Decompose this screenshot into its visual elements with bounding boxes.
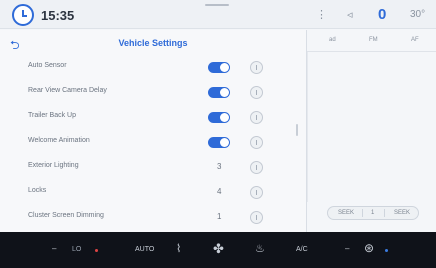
rear-camera-delay-toggle[interactable] bbox=[208, 87, 230, 98]
vehicle-settings-panel: ⮌ Vehicle Settings Auto Sensor Rear View… bbox=[0, 30, 306, 232]
column-divider bbox=[307, 52, 308, 202]
tab-ad[interactable]: ad bbox=[329, 37, 336, 43]
seat-heat-icon[interactable]: ⌇ bbox=[176, 242, 181, 255]
outside-temperature: 30° bbox=[410, 9, 426, 20]
climate-bar: – LO AUTO ⌇ ✤ ♨ A/C – ⊛ bbox=[0, 232, 436, 268]
scrollbar[interactable] bbox=[296, 124, 298, 136]
setting-label: Rear View Camera Delay bbox=[28, 87, 107, 94]
setting-label: Exterior Lighting bbox=[28, 162, 79, 169]
setting-row-locks[interactable]: Locks 4 bbox=[0, 180, 306, 205]
setting-row-exterior-lighting[interactable]: Exterior Lighting 3 bbox=[0, 155, 306, 180]
signal-icon: ⋮ bbox=[316, 9, 327, 21]
info-icon[interactable] bbox=[250, 161, 263, 174]
clock-time: 15:35 bbox=[41, 8, 75, 23]
page-title: Vehicle Settings bbox=[118, 38, 188, 48]
auto-climate-button[interactable]: AUTO bbox=[135, 246, 154, 253]
setting-row-rear-camera-delay[interactable]: Rear View Camera Delay bbox=[0, 80, 306, 105]
setting-label: Cluster Screen Dimming bbox=[28, 212, 104, 219]
seek-control[interactable]: SEEK 1 SEEK bbox=[327, 206, 419, 220]
cool-indicator-icon bbox=[385, 249, 388, 252]
setting-label: Welcome Animation bbox=[28, 137, 90, 144]
info-icon[interactable] bbox=[250, 61, 263, 74]
setting-value: 4 bbox=[217, 187, 222, 196]
tab-fm[interactable]: FM bbox=[369, 37, 378, 43]
fan-down-icon[interactable]: – bbox=[345, 244, 349, 253]
auto-sensor-toggle[interactable] bbox=[208, 62, 230, 73]
setting-row-cluster-dimming[interactable]: Cluster Screen Dimming 1 bbox=[0, 205, 306, 230]
info-icon[interactable] bbox=[250, 136, 263, 149]
seek-forward-button[interactable]: SEEK bbox=[394, 210, 410, 216]
info-icon[interactable] bbox=[250, 211, 263, 224]
setting-row-welcome-animation[interactable]: Welcome Animation bbox=[0, 130, 306, 155]
status-bar: 15:35 ⋮ ◃ 0 30° bbox=[0, 0, 436, 29]
ac-button[interactable]: A/C bbox=[296, 246, 308, 253]
audio-tab-bar: ad FM AF bbox=[307, 30, 436, 52]
defrost-icon[interactable]: ♨ bbox=[255, 242, 265, 255]
recirculate-icon[interactable]: ⊛ bbox=[364, 241, 374, 255]
infotainment-screen: 15:35 ⋮ ◃ 0 30° ⮌ Vehicle Settings Auto … bbox=[0, 0, 436, 268]
tab-af[interactable]: AF bbox=[411, 37, 419, 43]
temp-down-icon[interactable]: – bbox=[52, 244, 56, 253]
left-temperature[interactable]: LO bbox=[72, 246, 81, 253]
pull-down-handle[interactable] bbox=[205, 4, 229, 6]
heat-indicator-icon bbox=[95, 249, 98, 252]
info-icon[interactable] bbox=[250, 86, 263, 99]
trailer-back-up-toggle[interactable] bbox=[208, 112, 230, 123]
setting-row-trailer-back-up[interactable]: Trailer Back Up bbox=[0, 105, 306, 130]
seek-back-button[interactable]: SEEK bbox=[338, 210, 354, 216]
info-icon[interactable] bbox=[250, 111, 263, 124]
welcome-animation-toggle[interactable] bbox=[208, 137, 230, 148]
mute-icon: ◃ bbox=[347, 9, 353, 21]
setting-row-auto-sensor[interactable]: Auto Sensor bbox=[0, 55, 306, 80]
fan-icon[interactable]: ✤ bbox=[213, 241, 224, 257]
preset-number[interactable]: 1 bbox=[371, 210, 374, 216]
setting-value: 3 bbox=[217, 162, 222, 171]
setting-value: 1 bbox=[217, 212, 222, 221]
clock-icon[interactable] bbox=[12, 4, 34, 26]
info-icon[interactable] bbox=[250, 186, 263, 199]
status-indicator: 0 bbox=[378, 6, 387, 23]
setting-label: Trailer Back Up bbox=[28, 112, 76, 119]
audio-panel: ad FM AF SEEK 1 SEEK bbox=[307, 30, 436, 232]
setting-label: Auto Sensor bbox=[28, 62, 67, 69]
setting-label: Locks bbox=[28, 187, 47, 194]
